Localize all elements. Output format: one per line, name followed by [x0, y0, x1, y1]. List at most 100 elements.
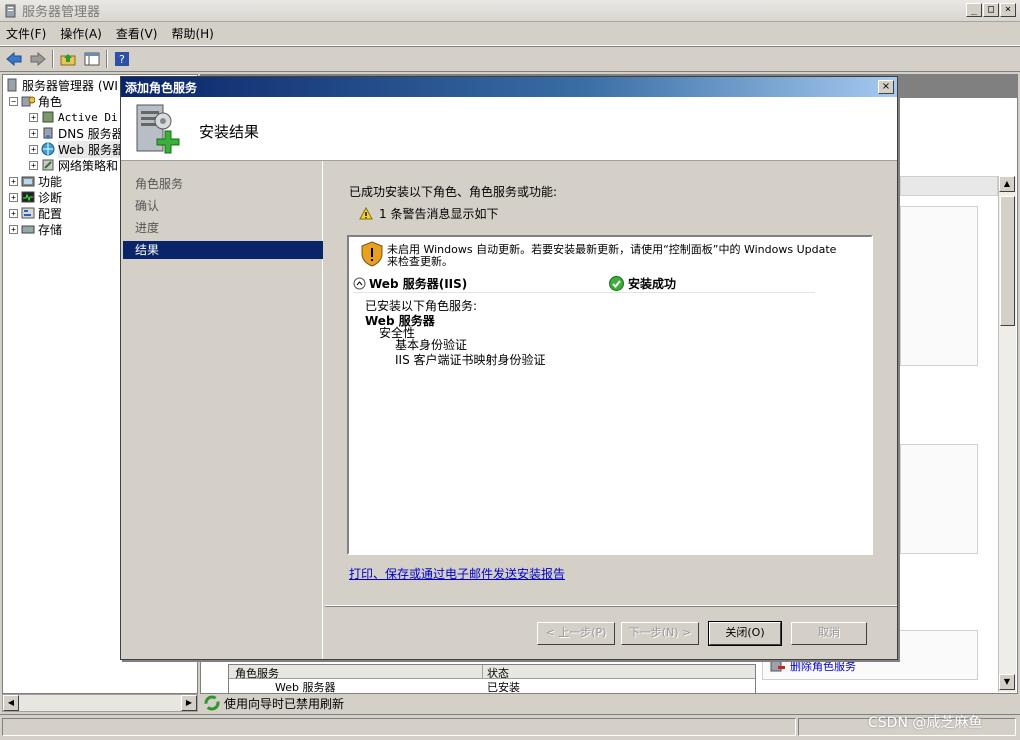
- results-content: 已成功安装以下角色、角色服务或功能: 1 条警告消息显示如下 未启用 Windo…: [325, 161, 897, 607]
- menu-file[interactable]: 文件(F): [6, 25, 46, 42]
- role-services-table: 角色服务 状态 Web 服务器 已安装: [228, 664, 756, 694]
- close-button[interactable]: ×: [1000, 3, 1016, 17]
- expand-icon[interactable]: +: [29, 160, 38, 170]
- warning-message-line1: 未启用 Windows 自动更新。若要安装最新更新，请使用“控制面板”中的 Wi…: [387, 243, 837, 256]
- forward-arrow-icon: [30, 52, 46, 66]
- features-icon: [21, 176, 35, 187]
- toolbar: ?: [0, 46, 1020, 72]
- collapse-icon[interactable]: −: [9, 96, 18, 106]
- network-policy-icon: [42, 159, 54, 171]
- tree-horizontal-scrollbar[interactable]: ◀ ▶: [2, 694, 198, 712]
- step-confirm[interactable]: 确认: [123, 197, 323, 215]
- scroll-right-icon[interactable]: ▶: [181, 695, 197, 711]
- expand-icon[interactable]: +: [9, 208, 18, 218]
- summary-panel: [900, 444, 978, 554]
- dialog-header: 安装结果: [121, 97, 897, 161]
- server-manager-icon: [5, 4, 16, 17]
- security-shield-icon: [361, 241, 383, 267]
- tree-root[interactable]: 服务器管理器 (WI: [5, 77, 118, 93]
- details-vertical-scrollbar[interactable]: ▲ ▼: [998, 176, 1016, 692]
- server-install-icon: [136, 104, 180, 154]
- tree-role-web[interactable]: + Web 服务器: [29, 140, 124, 158]
- tree-role-ad[interactable]: + Active Di: [29, 109, 118, 125]
- previous-button[interactable]: < 上一步(P): [537, 622, 615, 645]
- toolbar-separator: [52, 50, 54, 68]
- step-results[interactable]: 结果: [123, 241, 323, 259]
- results-intro: 已成功安装以下角色、角色服务或功能:: [349, 185, 558, 199]
- up-level-button[interactable]: [58, 49, 78, 69]
- expand-icon[interactable]: +: [29, 144, 38, 154]
- tree-storage[interactable]: + 存储: [9, 221, 62, 237]
- installed-tree-item: IIS 客户端证书映射身份验证: [395, 353, 546, 367]
- back-button[interactable]: [4, 49, 24, 69]
- remove-role-services-link[interactable]: 删除角色服务: [770, 658, 856, 674]
- section-status: 安装成功: [628, 277, 677, 291]
- step-progress[interactable]: 进度: [123, 219, 323, 237]
- tree-role-ad-label: Active Di: [58, 110, 118, 124]
- table-row[interactable]: Web 服务器 已安装: [229, 679, 755, 693]
- toolbar-separator: [106, 50, 108, 68]
- tree-roles[interactable]: − 角色: [9, 93, 62, 109]
- tree-role-dns-label: DNS 服务器: [58, 126, 124, 141]
- expand-icon[interactable]: +: [9, 192, 18, 202]
- configuration-icon: [21, 207, 35, 219]
- dialog-footer: < 上一步(P) 下一步(N) > 关闭(O) 取消: [325, 605, 897, 659]
- tree-configuration-label: 配置: [38, 206, 63, 221]
- table-header: 角色服务 状态: [229, 665, 755, 680]
- section-toggle[interactable]: Web 服务器(IIS): [353, 275, 467, 292]
- expand-icon[interactable]: +: [9, 176, 18, 186]
- expand-icon[interactable]: +: [29, 112, 38, 122]
- scroll-down-icon[interactable]: ▼: [999, 674, 1015, 690]
- table-cell-status: 已安装: [487, 681, 520, 694]
- dialog-close-button[interactable]: ×: [878, 80, 894, 94]
- cancel-button[interactable]: 取消: [791, 622, 867, 645]
- console-tree-icon: [84, 52, 100, 66]
- minimize-button[interactable]: _: [966, 3, 982, 17]
- wizard-steps: 角色服务 确认 进度 结果: [121, 161, 323, 659]
- show-hide-console-button[interactable]: [82, 49, 102, 69]
- warning-icon: [359, 207, 373, 220]
- tree-role-web-label: Web 服务器: [58, 140, 124, 158]
- tree-roles-label: 角色: [38, 94, 63, 109]
- results-box: 未启用 Windows 自动更新。若要安装最新更新，请使用“控制面板”中的 Wi…: [347, 235, 873, 555]
- add-role-services-dialog: 添加角色服务 × 安装结果 角色服务 确认 进度 结果 已成功安装以下角色、角色…: [120, 76, 898, 660]
- menu-view[interactable]: 查看(V): [116, 25, 158, 42]
- folder-up-icon: [60, 54, 76, 66]
- summary-panel: [900, 206, 978, 366]
- scroll-up-icon[interactable]: ▲: [999, 176, 1015, 192]
- tree-configuration[interactable]: + 配置: [9, 205, 62, 221]
- menu-action[interactable]: 操作(A): [60, 25, 102, 42]
- expand-icon[interactable]: +: [29, 128, 38, 138]
- expand-icon[interactable]: +: [9, 224, 18, 234]
- success-check-icon: [609, 276, 624, 291]
- window-titlebar: 服务器管理器 _ □ ×: [0, 0, 1020, 22]
- column-header-role-service[interactable]: 角色服务: [229, 665, 483, 680]
- refresh-status: 使用向导时已禁用刷新: [202, 694, 762, 712]
- install-status: 安装成功: [609, 275, 676, 292]
- tree-role-dns[interactable]: + DNS 服务器: [29, 125, 124, 141]
- scroll-left-icon[interactable]: ◀: [3, 695, 19, 711]
- storage-icon: [21, 225, 35, 234]
- forward-button[interactable]: [28, 49, 48, 69]
- dns-icon: [43, 127, 53, 139]
- watermark: CSDN @咸芝麻鱼: [868, 715, 983, 731]
- menu-bar: 文件(F) 操作(A) 查看(V) 帮助(H): [0, 22, 1020, 46]
- help-button[interactable]: ?: [112, 49, 132, 69]
- dialog-close-action-button[interactable]: 关闭(O): [708, 621, 782, 646]
- tree-features[interactable]: + 功能: [9, 173, 62, 189]
- next-button[interactable]: 下一步(N) >: [621, 622, 699, 645]
- diagnostics-icon: [21, 191, 35, 203]
- tree-role-nps[interactable]: + 网络策略和: [29, 157, 118, 173]
- warning-summary: 1 条警告消息显示如下: [359, 205, 498, 222]
- menu-help[interactable]: 帮助(H): [171, 25, 213, 42]
- step-role-services[interactable]: 角色服务: [123, 175, 323, 193]
- column-header-status[interactable]: 状态: [483, 665, 509, 680]
- maximize-button[interactable]: □: [983, 3, 999, 17]
- refresh-status-text: 使用向导时已禁用刷新: [224, 696, 345, 711]
- tree-diagnostics[interactable]: + 诊断: [9, 189, 62, 205]
- window-title: 服务器管理器: [22, 5, 101, 20]
- report-link[interactable]: 打印、保存或通过电子邮件发送安装报告: [349, 565, 565, 582]
- tree-storage-label: 存储: [38, 222, 63, 237]
- dialog-heading: 安装结果: [199, 123, 260, 141]
- scroll-thumb[interactable]: [1000, 196, 1015, 326]
